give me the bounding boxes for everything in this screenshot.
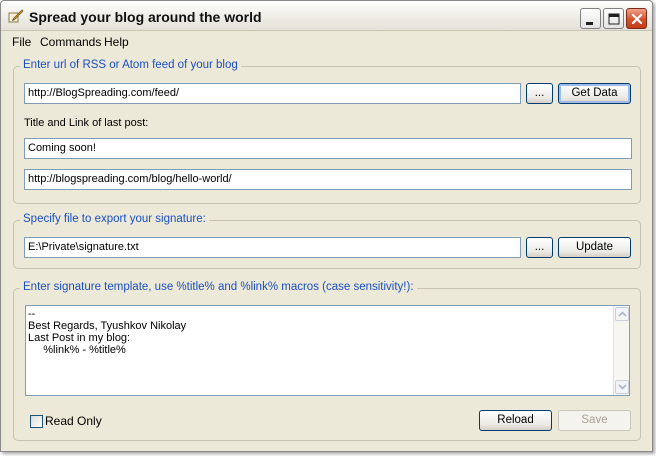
feed-url-value: http://BlogSpreading.com/feed/ xyxy=(28,87,180,99)
update-button[interactable]: Update xyxy=(558,237,631,258)
export-file-group: Specify file to export your signature: E… xyxy=(13,213,641,269)
close-icon xyxy=(631,13,643,25)
title-bar[interactable]: Spread your blog around the world xyxy=(1,1,652,31)
template-scrollbar[interactable] xyxy=(613,306,629,395)
get-data-label: Get Data xyxy=(571,87,618,99)
maximize-icon xyxy=(608,13,620,25)
last-post-label: Title and Link of last post: xyxy=(24,117,149,129)
save-label: Save xyxy=(581,414,608,426)
menu-commands-label: Commands xyxy=(40,35,102,49)
scroll-down-button[interactable] xyxy=(615,380,629,394)
feed-browse-button[interactable]: ... xyxy=(526,83,553,104)
template-group-legend: Enter signature template, use %title% an… xyxy=(20,281,417,293)
minimize-button[interactable] xyxy=(580,8,601,29)
menu-commands[interactable]: Commands xyxy=(40,35,101,49)
feed-browse-label: ... xyxy=(534,87,545,99)
export-browse-button[interactable]: ... xyxy=(526,237,553,258)
signature-template-textarea[interactable]: -- Best Regards, Tyushkov Nikolay Last P… xyxy=(25,305,630,396)
read-only-checkbox[interactable] xyxy=(30,415,43,428)
quill-pen-icon[interactable] xyxy=(8,8,24,24)
rss-group-legend: Enter url of RSS or Atom feed of your bl… xyxy=(20,59,241,71)
menu-help-label: Help xyxy=(104,35,129,49)
menu-file-label: File xyxy=(12,35,32,49)
export-browse-label: ... xyxy=(534,241,545,253)
chevron-up-icon xyxy=(618,311,627,317)
last-post-title-field[interactable]: Coming soon! xyxy=(24,138,632,159)
minimize-icon xyxy=(586,22,593,25)
menu-file[interactable]: File xyxy=(12,35,31,49)
export-group-legend: Specify file to export your signature: xyxy=(20,213,209,225)
signature-template-group: Enter signature template, use %title% an… xyxy=(13,281,641,441)
last-post-link-field[interactable]: http://blogspreading.com/blog/hello-worl… xyxy=(24,169,632,190)
close-button[interactable] xyxy=(626,8,647,29)
last-post-title-value: Coming soon! xyxy=(28,142,96,154)
window-title: Spread your blog around the world xyxy=(29,9,262,25)
save-button[interactable]: Save xyxy=(558,410,631,431)
signature-template-text: -- Best Regards, Tyushkov Nikolay Last P… xyxy=(28,308,187,356)
app-window: Spread your blog around the world File C… xyxy=(0,0,653,452)
export-file-path-value: E:\Private\signature.txt xyxy=(28,241,139,253)
rss-feed-group: Enter url of RSS or Atom feed of your bl… xyxy=(13,59,641,204)
get-data-button[interactable]: Get Data xyxy=(558,83,631,104)
chevron-down-icon xyxy=(618,384,627,390)
feed-url-input[interactable]: http://BlogSpreading.com/feed/ xyxy=(24,83,521,104)
menu-bar: File Commands Help xyxy=(1,32,652,51)
maximize-button[interactable] xyxy=(603,8,624,29)
scroll-up-button[interactable] xyxy=(615,307,629,321)
export-file-path-input[interactable]: E:\Private\signature.txt xyxy=(24,237,521,258)
reload-button[interactable]: Reload xyxy=(479,410,552,431)
reload-label: Reload xyxy=(497,414,534,426)
read-only-label[interactable]: Read Only xyxy=(45,414,102,428)
update-label: Update xyxy=(575,241,614,253)
last-post-link-value: http://blogspreading.com/blog/hello-worl… xyxy=(28,173,232,185)
menu-help[interactable]: Help xyxy=(104,35,129,49)
